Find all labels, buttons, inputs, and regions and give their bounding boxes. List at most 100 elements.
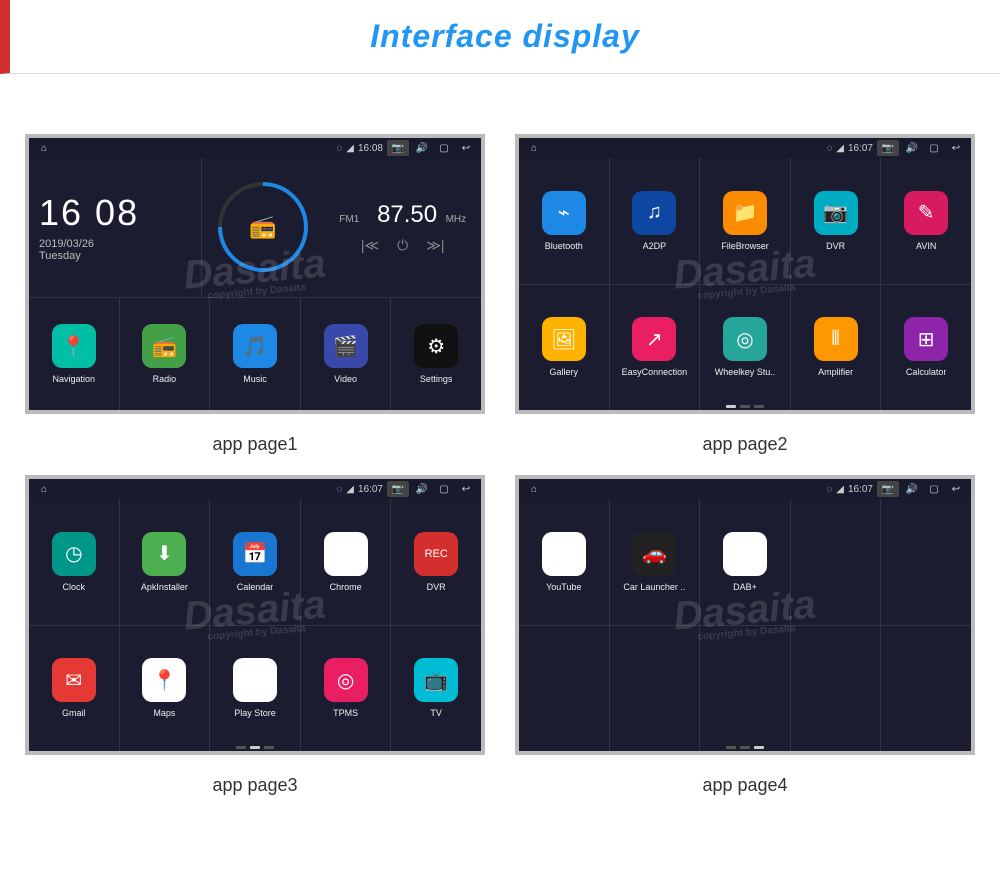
app-label: Gallery [550, 367, 579, 377]
empty-cell [881, 499, 971, 625]
app-bluetooth[interactable]: ⌁Bluetooth [519, 158, 609, 284]
radio-widget[interactable]: 📻 FM1 87.50 MHz |≪ ⏻ [202, 158, 482, 297]
app-label: Calendar [237, 582, 274, 592]
app-dab-[interactable]: ◔DAB+ [700, 499, 790, 625]
app-navigation[interactable]: 📍 Navigation [29, 298, 119, 411]
app-label: DVR [826, 241, 845, 251]
volume-icon[interactable]: 🔊 [903, 482, 921, 496]
volume-icon[interactable]: 🔊 [413, 482, 431, 496]
page-header: Interface display [0, 0, 1000, 74]
app-gallery[interactable]: 🖼Gallery [519, 285, 609, 411]
wifi-icon: ◢ [346, 484, 354, 495]
statusbar-time: 16:07 [358, 484, 383, 495]
app-avin[interactable]: ✎ AVIN [881, 158, 971, 284]
empty-cell [881, 626, 971, 752]
caption: app page4 [702, 775, 787, 796]
app-label: Navigation [53, 374, 96, 384]
page-indicator [726, 405, 764, 408]
gallery: ⌂ ◌ ◢ 16:08 📷 🔊 ▢ ↩ 16 08 2019/03/26 [0, 74, 1000, 826]
app-icon: 📍 [52, 324, 96, 368]
back-icon[interactable]: ↩ [947, 141, 965, 155]
app-label: ApkInstaller [141, 582, 188, 592]
app-music[interactable]: 🎵Music [210, 298, 300, 411]
next-icon[interactable]: ≫| [426, 237, 444, 254]
app-icon: ✎ [904, 191, 948, 235]
screen-off-icon[interactable]: ▢ [435, 141, 453, 155]
statusbar: ⌂ ◌ ◢ 16:07 📷 🔊 ▢ ↩ [519, 479, 971, 499]
app-label: Chrome [330, 582, 362, 592]
app-label: A2DP [643, 241, 667, 251]
volume-icon[interactable]: 🔊 [413, 141, 431, 155]
panel4-wrap: ⌂ ◌ ◢ 16:07 📷 🔊 ▢ ↩ ▶YouTube 🚗 Car Launche… [510, 475, 980, 796]
home-icon[interactable]: ⌂ [525, 141, 543, 155]
app-chrome[interactable]: ◉Chrome [301, 499, 391, 625]
clock-date: 2019/03/26 [39, 238, 191, 250]
back-icon[interactable]: ↩ [457, 141, 475, 155]
app-icon: 🚗 [632, 532, 676, 576]
back-icon[interactable]: ↩ [457, 482, 475, 496]
page-indicator [726, 746, 764, 749]
radio-dial: 📻 [199, 164, 326, 291]
clock-widget[interactable]: 16 08 2019/03/26 Tuesday [29, 158, 201, 297]
home-icon[interactable]: ⌂ [35, 482, 53, 496]
app-dvr[interactable]: 📷DVR [791, 158, 881, 284]
app-label: Calculator [906, 367, 947, 377]
app-filebrowser[interactable]: 📁FileBrowser [700, 158, 790, 284]
screen-off-icon[interactable]: ▢ [925, 141, 943, 155]
app-label: Clock [63, 582, 86, 592]
app-dvr[interactable]: RECDVR [391, 499, 481, 625]
app-a2dp[interactable]: ♫ A2DP [610, 158, 700, 284]
app-tpms[interactable]: ◎TPMS [301, 626, 391, 752]
camera-icon[interactable]: 📷 [877, 481, 899, 497]
back-icon[interactable]: ↩ [947, 482, 965, 496]
clock-time: 16 08 [39, 192, 191, 234]
prev-icon[interactable]: |≪ [361, 237, 379, 254]
home-icon[interactable]: ⌂ [35, 141, 53, 155]
empty-cell [519, 626, 609, 752]
app-car-launcher-[interactable]: 🚗 Car Launcher .. [610, 499, 700, 625]
app-tv[interactable]: 📺TV [391, 626, 481, 752]
app-label: Car Launcher .. [623, 582, 685, 592]
app-icon: ↗ [632, 317, 676, 361]
app-label: AVIN [916, 241, 936, 251]
app-radio[interactable]: 📻Radio [120, 298, 210, 411]
app-apkinstaller[interactable]: ⬇ApkInstaller [120, 499, 210, 625]
radio-icon: 📻 [249, 214, 276, 240]
camera-icon[interactable]: 📷 [387, 481, 409, 497]
app-gmail[interactable]: ✉Gmail [29, 626, 119, 752]
app-youtube[interactable]: ▶YouTube [519, 499, 609, 625]
app-icon: ◷ [52, 532, 96, 576]
radio-band: FM1 [339, 214, 359, 225]
wifi-icon: ◢ [836, 484, 844, 495]
app-wheelkey-stu-[interactable]: ◎Wheelkey Stu.. [700, 285, 790, 411]
app-icon: ♫ [632, 191, 676, 235]
app-calculator[interactable]: ⊞Calculator [881, 285, 971, 411]
camera-icon[interactable]: 📷 [387, 140, 409, 156]
screen-off-icon[interactable]: ▢ [925, 482, 943, 496]
app-video[interactable]: 🎬Video [301, 298, 391, 411]
app-play-store[interactable]: ▶Play Store [210, 626, 300, 752]
app-amplifier[interactable]: ⫴Amplifier [791, 285, 881, 411]
home-icon[interactable]: ⌂ [525, 482, 543, 496]
app-icon: 🎵 [233, 324, 277, 368]
app-calendar[interactable]: 📅 Calendar [210, 499, 300, 625]
app-label: Settings [420, 374, 453, 384]
app-maps[interactable]: 📍Maps [120, 626, 210, 752]
panel3-wrap: ⌂ ◌ ◢ 16:07 📷 🔊 ▢ ↩ ◷Clock⬇ApkInstaller📅… [20, 475, 490, 796]
app-icon: 📅 [233, 532, 277, 576]
clock-day: Tuesday [39, 250, 191, 262]
app-icon: ▶ [233, 658, 277, 702]
app-label: Gmail [62, 708, 86, 718]
camera-icon[interactable]: 📷 [877, 140, 899, 156]
app-easyconnection[interactable]: ↗EasyConnection [610, 285, 700, 411]
app-icon: ◎ [324, 658, 368, 702]
power-icon[interactable]: ⏻ [397, 237, 408, 254]
statusbar-time: 16:07 [848, 143, 873, 154]
app-settings[interactable]: ⚙Settings [391, 298, 481, 411]
panel1-wrap: ⌂ ◌ ◢ 16:08 📷 🔊 ▢ ↩ 16 08 2019/03/26 [20, 134, 490, 455]
screen-off-icon[interactable]: ▢ [435, 482, 453, 496]
caption: app page2 [702, 434, 787, 455]
app-icon: ⫴ [814, 317, 858, 361]
volume-icon[interactable]: 🔊 [903, 141, 921, 155]
app-clock[interactable]: ◷ Clock [29, 499, 119, 625]
